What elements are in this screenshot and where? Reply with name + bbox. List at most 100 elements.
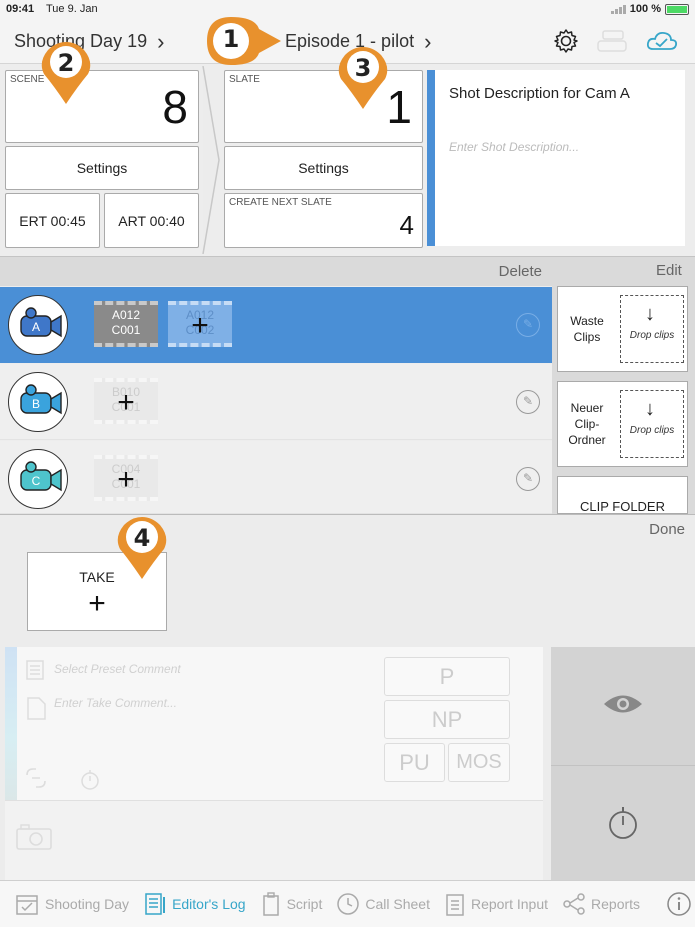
ert-button[interactable]: ERT 00:45 bbox=[5, 193, 100, 248]
drop-label: Drop clips bbox=[629, 425, 675, 436]
take-area: Done TAKE + Select Preset Comment Enter … bbox=[0, 514, 695, 881]
done-button[interactable]: Done bbox=[649, 521, 685, 538]
tab-script[interactable]: Script bbox=[260, 891, 323, 917]
scene-settings-button[interactable]: Settings bbox=[5, 146, 199, 190]
pencil-icon[interactable]: ✎ bbox=[516, 390, 540, 414]
calendar-icon bbox=[16, 895, 38, 915]
pin-number: 4 bbox=[133, 524, 151, 552]
slate-number: 1 bbox=[386, 81, 412, 133]
drop-zone[interactable]: ↓ Drop clips bbox=[620, 295, 684, 363]
tab-label: Shooting Day bbox=[45, 896, 130, 912]
chevron-right-icon: › bbox=[424, 28, 432, 54]
flag-p-button[interactable]: P bbox=[384, 657, 510, 696]
gear-icon[interactable] bbox=[553, 28, 579, 54]
list-icon[interactable] bbox=[25, 659, 45, 681]
plus-icon: + bbox=[117, 386, 135, 419]
camera-b-avatar[interactable]: B bbox=[8, 372, 68, 432]
pin-number: 3 bbox=[354, 54, 372, 82]
scene-card[interactable]: SCENE 8 bbox=[5, 70, 199, 143]
share-icon bbox=[563, 893, 585, 915]
clock-icon bbox=[337, 893, 360, 915]
take-actions-panel bbox=[551, 647, 695, 881]
tab-reports[interactable]: Reports bbox=[562, 892, 640, 916]
annotation-pin-2: 2 bbox=[40, 40, 92, 106]
status-bar: 09:41 Tue 9. Jan 100 % bbox=[0, 0, 695, 20]
edit-button[interactable]: Edit bbox=[656, 262, 682, 279]
camera-row-c[interactable]: C C004 C001 + ✎ bbox=[0, 441, 552, 514]
pin-number: 1 bbox=[222, 25, 240, 53]
pencil-icon[interactable]: ✎ bbox=[516, 313, 540, 337]
camera-photo-icon[interactable] bbox=[15, 823, 53, 851]
unlink-icon[interactable] bbox=[23, 765, 49, 791]
annotation-pin-3: 3 bbox=[337, 45, 389, 111]
clip-reel: A012 bbox=[111, 308, 141, 322]
nav-icons bbox=[553, 28, 679, 54]
add-clip-tile[interactable]: A012 C002 + bbox=[168, 301, 232, 347]
tab-editors-log[interactable]: Editor's Log bbox=[143, 891, 246, 917]
battery-percent: 100 % bbox=[629, 3, 661, 15]
drop-arrow-icon: ↓ bbox=[645, 303, 655, 325]
pencil-icon[interactable]: ✎ bbox=[516, 467, 540, 491]
take-comment-input[interactable]: Enter Take Comment... bbox=[54, 696, 177, 710]
sync-devices-icon[interactable] bbox=[595, 29, 629, 53]
stopwatch-icon[interactable] bbox=[607, 805, 639, 841]
annotation-pin-4: 4 bbox=[116, 515, 168, 581]
ert-label: ERT 00:45 bbox=[19, 212, 86, 229]
tab-label: Report Input bbox=[470, 896, 549, 912]
slate-settings-label: Settings bbox=[298, 160, 349, 176]
waste-clips-label: Waste Clips bbox=[570, 314, 604, 344]
camera-c-avatar[interactable]: C bbox=[8, 449, 68, 509]
clip-number: C001 bbox=[111, 323, 141, 337]
stopwatch-icon[interactable] bbox=[79, 767, 101, 791]
plus-icon: + bbox=[117, 463, 135, 496]
take-photo-area bbox=[5, 800, 543, 881]
add-clip-tile[interactable]: C004 C001 + bbox=[94, 455, 158, 501]
take-status-strip bbox=[5, 647, 17, 800]
camera-b-letter: B bbox=[32, 397, 40, 411]
shot-description-card[interactable]: Shot Description for Cam A Enter Shot De… bbox=[427, 70, 685, 246]
plus-icon: + bbox=[191, 309, 209, 342]
cloud-sync-icon[interactable] bbox=[645, 29, 679, 53]
video-camera-icon: C bbox=[20, 461, 62, 492]
tab-report-input[interactable]: Report Input bbox=[444, 891, 548, 917]
clip-tile[interactable]: A012 C001 bbox=[94, 301, 158, 347]
camera-a-avatar[interactable]: A bbox=[8, 295, 68, 355]
panel-divider bbox=[551, 765, 695, 766]
annotation-pin-1: 1 bbox=[205, 15, 281, 81]
art-label: ART 00:40 bbox=[118, 212, 185, 229]
flag-pu-button[interactable]: PU bbox=[384, 743, 445, 782]
chevron-right-icon: › bbox=[157, 28, 165, 54]
tab-shooting-day[interactable]: Shooting Day bbox=[14, 891, 129, 917]
script-icon bbox=[262, 892, 279, 916]
delete-button[interactable]: Delete bbox=[499, 263, 542, 280]
camera-row-a[interactable]: A A012 C001 A012 C002 + ✎ bbox=[0, 287, 552, 363]
new-clip-folder[interactable]: Neuer Clip-Ordner ↓ Drop clips bbox=[557, 381, 688, 467]
video-camera-icon: A bbox=[20, 307, 62, 338]
shot-description-input[interactable]: Enter Shot Description... bbox=[449, 140, 579, 154]
add-clip-tile[interactable]: B010 C001 + bbox=[94, 378, 158, 424]
waste-clips-folder[interactable]: Waste Clips ↓ Drop clips bbox=[557, 286, 688, 372]
scene-settings-label: Settings bbox=[76, 160, 128, 176]
info-icon[interactable] bbox=[666, 891, 692, 917]
art-button[interactable]: ART 00:40 bbox=[104, 193, 199, 248]
tab-label: Script bbox=[286, 896, 323, 912]
status-right: 100 % bbox=[610, 3, 689, 15]
create-next-slate-label: CREATE NEXT SLATE bbox=[229, 197, 332, 208]
drop-arrow-icon: ↓ bbox=[645, 398, 655, 420]
scene-slate-divider bbox=[202, 66, 220, 254]
camera-row-b[interactable]: B B010 C001 + ✎ bbox=[0, 364, 552, 440]
slate-settings-button[interactable]: Settings bbox=[224, 146, 423, 190]
flag-np-button[interactable]: NP bbox=[384, 700, 510, 739]
eye-icon[interactable] bbox=[602, 691, 644, 717]
tab-call-sheet[interactable]: Call Sheet bbox=[336, 892, 430, 916]
pin-number: 2 bbox=[57, 49, 75, 77]
wifi-icon bbox=[610, 4, 626, 14]
flag-mos-button[interactable]: MOS bbox=[448, 743, 510, 782]
preset-comment-select[interactable]: Select Preset Comment bbox=[54, 662, 181, 676]
clip-folder-button[interactable]: CLIP FOLDER bbox=[557, 476, 688, 514]
camera-a-letter: A bbox=[32, 320, 40, 334]
create-next-slate-button[interactable]: CREATE NEXT SLATE 4 bbox=[224, 193, 423, 248]
plus-icon: + bbox=[88, 587, 106, 620]
drop-label: Drop clips bbox=[629, 330, 675, 341]
drop-zone[interactable]: ↓ Drop clips bbox=[620, 390, 684, 458]
